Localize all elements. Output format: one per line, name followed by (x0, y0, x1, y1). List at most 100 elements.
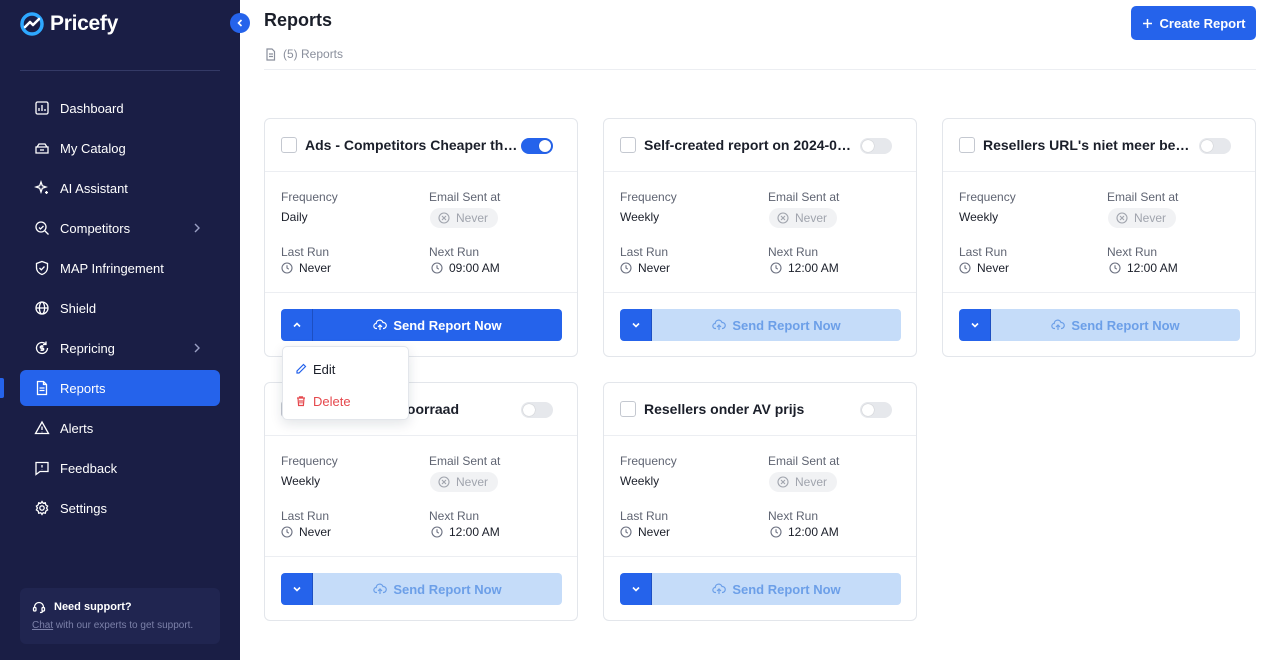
send-report-split-button: Send Report Now (620, 573, 901, 605)
pricefy-logo-icon (20, 12, 44, 36)
pencil-icon (296, 363, 307, 374)
sidebar-item-settings[interactable]: Settings (20, 490, 220, 526)
report-menu-toggle[interactable] (620, 573, 652, 605)
last-run-value: Never (281, 261, 331, 275)
x-circle-icon (438, 212, 450, 224)
report-title: Ads - Competitors Cheaper than Me (305, 137, 519, 153)
frequency-value: Weekly (620, 210, 660, 224)
email-sent-badge: Never (769, 472, 838, 492)
email-sent-label: Email Sent at (429, 190, 501, 204)
sidebar: Pricefy Dashboard My Catalog AI Assistan… (0, 0, 240, 660)
send-report-split-button: Send Report Now (620, 309, 901, 341)
sidebar-item-feedback[interactable]: Feedback (20, 450, 220, 486)
clock-icon (620, 262, 632, 274)
next-run-value: 12:00 AM (1109, 261, 1178, 275)
report-card: Ads - Competitors Cheaper than Me Freque… (264, 118, 578, 357)
report-enabled-toggle[interactable] (860, 402, 892, 418)
report-card: Resellers URL's niet meer beschikbaar Fr… (942, 118, 1256, 357)
logo[interactable]: Pricefy (20, 12, 118, 36)
report-card: Self-created report on 2024-06-10 Freque… (603, 118, 917, 357)
next-run-label: Next Run (1107, 245, 1158, 259)
clock-icon (281, 526, 293, 538)
last-run-label: Last Run (281, 245, 330, 259)
delete-report-menu-item[interactable]: Delete (283, 385, 408, 417)
report-menu-toggle[interactable] (620, 309, 652, 341)
sidebar-item-repricing[interactable]: Repricing (20, 330, 220, 366)
email-sent-badge: Never (430, 472, 499, 492)
sidebar-item-map-infringement[interactable]: MAP Infringement (20, 250, 220, 286)
frequency-value: Daily (281, 210, 308, 224)
sidebar-item-label: Shield (60, 300, 97, 316)
report-menu-toggle[interactable] (959, 309, 991, 341)
sidebar-item-competitors[interactable]: Competitors (20, 210, 220, 246)
sidebar-item-label: Feedback (60, 460, 118, 476)
sidebar-item-shield[interactable]: Shield (20, 290, 220, 326)
alert-icon (34, 420, 50, 435)
active-indicator (0, 378, 4, 398)
email-sent-label: Email Sent at (768, 454, 840, 468)
clock-icon (770, 262, 782, 274)
report-checkbox[interactable] (620, 401, 636, 417)
sidebar-item-dashboard[interactable]: Dashboard (20, 90, 220, 126)
next-run-value: 09:00 AM (431, 261, 500, 275)
email-sent-label: Email Sent at (768, 190, 840, 204)
cloud-upload-icon (373, 583, 388, 594)
sidebar-item-label: Dashboard (60, 100, 124, 116)
email-sent-label: Email Sent at (1107, 190, 1179, 204)
edit-report-menu-item[interactable]: Edit (283, 353, 408, 385)
headset-icon (32, 601, 46, 614)
next-run-label: Next Run (768, 245, 819, 259)
sidebar-item-ai-assistant[interactable]: AI Assistant (20, 170, 220, 206)
report-checkbox[interactable] (281, 137, 297, 153)
sidebar-collapse-button[interactable] (230, 13, 250, 33)
create-report-button[interactable]: Create Report (1131, 6, 1256, 40)
sidebar-item-label: Alerts (60, 420, 94, 436)
send-report-now-button[interactable]: Send Report Now (991, 309, 1240, 341)
email-sent-label: Email Sent at (429, 454, 501, 468)
last-run-label: Last Run (959, 245, 1008, 259)
clock-icon (431, 262, 443, 274)
sidebar-item-my-catalog[interactable]: My Catalog (20, 130, 220, 166)
catalog-icon (35, 143, 49, 154)
report-menu-toggle[interactable] (281, 309, 313, 341)
email-sent-badge: Never (1108, 208, 1177, 228)
cloud-upload-icon (712, 319, 727, 330)
clock-icon (959, 262, 971, 274)
report-enabled-toggle[interactable] (1199, 138, 1231, 154)
report-menu-toggle[interactable] (281, 573, 313, 605)
sidebar-item-alerts[interactable]: Alerts (20, 410, 220, 446)
report-enabled-toggle[interactable] (860, 138, 892, 154)
report-checkbox[interactable] (620, 137, 636, 153)
chevron-down-icon (631, 322, 640, 328)
last-run-label: Last Run (281, 509, 330, 523)
frequency-label: Frequency (620, 190, 677, 204)
frequency-value: Weekly (620, 474, 660, 488)
send-report-split-button: Send Report Now (281, 309, 562, 341)
sidebar-item-reports[interactable]: Reports (20, 370, 220, 406)
last-run-label: Last Run (620, 245, 669, 259)
report-enabled-toggle[interactable] (521, 138, 553, 154)
sidebar-item-label: Reports (60, 380, 106, 396)
send-report-now-button[interactable]: Send Report Now (313, 309, 562, 341)
sidebar-item-label: Competitors (60, 220, 131, 236)
next-run-label: Next Run (429, 245, 480, 259)
sidebar-item-label: My Catalog (60, 140, 126, 156)
send-report-now-button[interactable]: Send Report Now (652, 573, 901, 605)
send-report-now-button[interactable]: Send Report Now (652, 309, 901, 341)
trash-icon (297, 396, 305, 407)
document-icon (266, 47, 276, 61)
report-actions-menu: Edit Delete (282, 346, 409, 420)
next-run-label: Next Run (429, 509, 480, 523)
next-run-value: 12:00 AM (431, 525, 500, 539)
chevron-down-icon (631, 586, 640, 592)
x-circle-icon (1116, 212, 1128, 224)
clock-icon (281, 262, 293, 274)
support-title: Need support? (32, 600, 208, 614)
last-run-label: Last Run (620, 509, 669, 523)
send-report-now-button[interactable]: Send Report Now (313, 573, 562, 605)
chat-link[interactable]: Chat (32, 620, 53, 631)
sparkle-icon (34, 180, 48, 194)
sidebar-item-label: MAP Infringement (60, 260, 164, 276)
report-enabled-toggle[interactable] (521, 402, 553, 418)
report-checkbox[interactable] (959, 137, 975, 153)
